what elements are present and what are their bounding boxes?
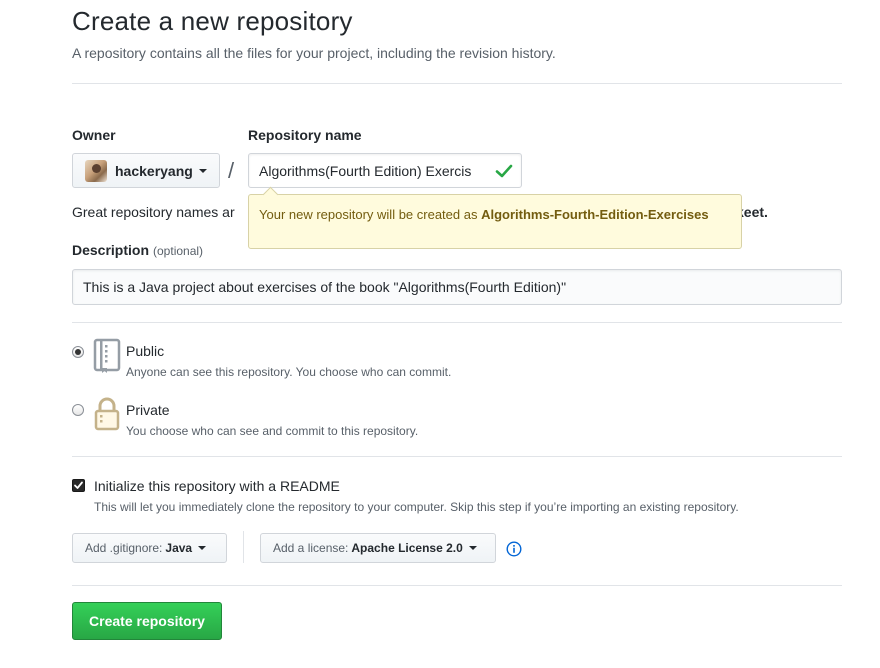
public-option-title: Public [126,343,165,359]
private-radio[interactable] [72,404,84,416]
license-value: Apache License 2.0 [351,541,463,555]
divider [72,585,842,586]
page-title: Create a new repository [72,6,353,36]
gitignore-value: Java [165,541,193,555]
description-label: Description (optional) [72,242,203,258]
page-subtitle: A repository contains all the files for … [72,45,556,61]
repository-name-tooltip: Your new repository will be created as A… [248,194,742,249]
private-option-title: Private [126,402,170,418]
divider [72,322,842,323]
chevron-down-icon [468,546,477,550]
description-input[interactable] [72,269,842,305]
create-repository-button[interactable]: Create repository [72,602,222,640]
repository-name-input[interactable] [248,153,522,188]
public-radio[interactable] [72,346,84,358]
tooltip-repo-slug: Algorithms-Fourth-Edition-Exercises [481,207,709,222]
divider [72,456,842,457]
owner-repo-separator: / [228,158,235,183]
optional-tag: (optional) [153,244,204,258]
public-option-note: Anyone can see this repository. You choo… [126,365,452,379]
repository-name-label: Repository name [248,127,362,143]
readme-label: Initialize this repository with a README [94,478,340,494]
repository-name-hint: Great repository names ar [72,204,235,220]
checkmark-icon [74,481,83,489]
license-prefix: Add a license: [273,541,349,555]
tooltip-prefix: Your new repository will be created as [259,207,482,222]
lock-icon [94,397,120,431]
divider [243,531,244,563]
divider [72,83,842,84]
book-icon [93,338,121,373]
private-option-note: You choose who can see and commit to thi… [126,424,419,438]
gitignore-dropdown[interactable]: Add .gitignore: Java [72,533,227,563]
avatar [85,159,107,182]
info-icon[interactable] [506,541,522,557]
readme-checkbox[interactable] [72,479,85,492]
owner-username: hackeryang [115,162,193,179]
description-label-text: Description [72,242,150,258]
check-icon [495,164,513,178]
chevron-down-icon [198,168,207,173]
license-dropdown[interactable]: Add a license: Apache License 2.0 [260,533,496,563]
owner-dropdown[interactable]: hackeryang [72,153,220,188]
owner-label: Owner [72,127,116,143]
chevron-down-icon [198,546,207,550]
gitignore-prefix: Add .gitignore: [85,541,163,555]
readme-note: This will let you immediately clone the … [94,500,739,514]
